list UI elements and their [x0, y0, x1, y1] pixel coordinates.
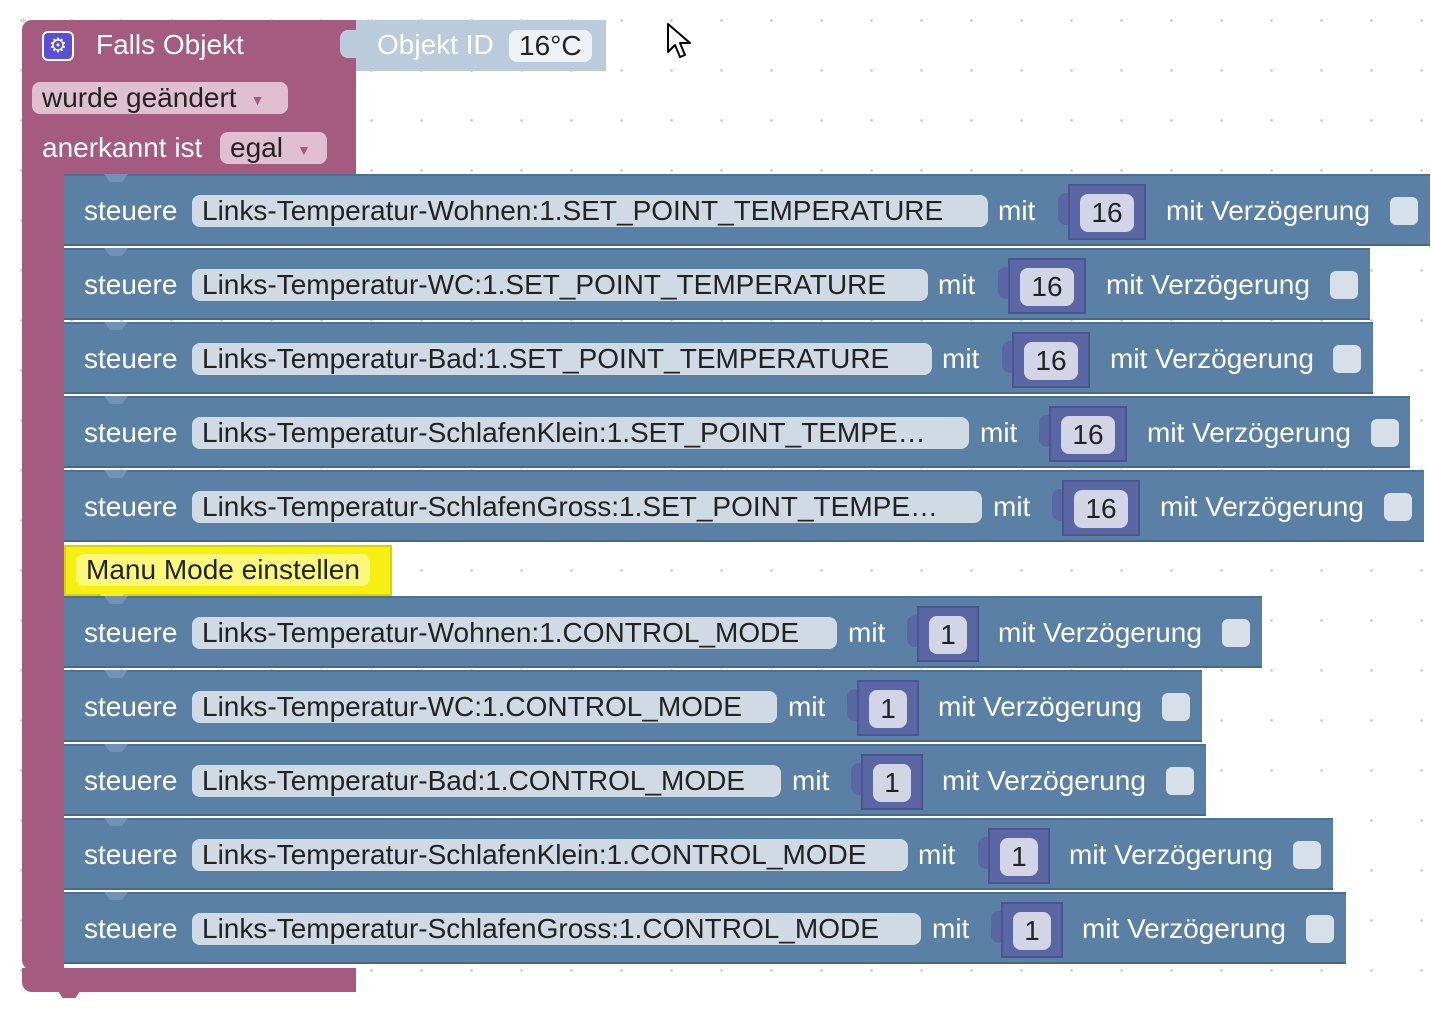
delay-label: mit Verzögerung: [1160, 491, 1364, 522]
delay-checkbox[interactable]: [1330, 271, 1358, 299]
control-mode-row[interactable]: steuere Links-Temperatur-WC:1.CONTROL_MO…: [64, 670, 1202, 742]
delay-checkbox[interactable]: [1306, 915, 1334, 943]
delay-label: mit Verzögerung: [1147, 417, 1351, 448]
mit-label: mit: [998, 195, 1036, 226]
mit-label: mit: [918, 839, 956, 870]
number-value[interactable]: 16: [1024, 342, 1078, 380]
number-value[interactable]: 16: [1080, 194, 1134, 232]
number-block[interactable]: 16: [1012, 332, 1090, 388]
mit-label: mit: [792, 765, 830, 796]
delay-checkbox[interactable]: [1390, 197, 1418, 225]
steuere-label: steuere: [84, 765, 178, 796]
steuere-label: steuere: [84, 617, 178, 648]
steuere-label: steuere: [84, 491, 178, 522]
chevron-down-icon: ▼: [250, 91, 265, 108]
delay-label: mit Verzögerung: [1082, 913, 1286, 944]
setpoint-row[interactable]: steuere Links-Temperatur-Wohnen:1.SET_PO…: [64, 174, 1430, 246]
mit-label: mit: [848, 617, 886, 648]
ack-dropdown[interactable]: egal ▼: [220, 132, 327, 164]
object-id-selector[interactable]: Links-Temperatur-Wohnen:1.SET_POINT_TEMP…: [192, 195, 988, 227]
setpoint-row[interactable]: steuere Links-Temperatur-WC:1.SET_POINT_…: [64, 248, 1370, 320]
number-value[interactable]: 16: [1074, 490, 1128, 528]
steuere-label: steuere: [84, 691, 178, 722]
control-mode-row[interactable]: steuere Links-Temperatur-SchlafenGross:1…: [64, 892, 1346, 964]
delay-checkbox[interactable]: [1293, 841, 1321, 869]
delay-checkbox[interactable]: [1222, 619, 1250, 647]
number-block[interactable]: 1: [857, 680, 919, 736]
delay-checkbox[interactable]: [1384, 493, 1412, 521]
setpoint-row[interactable]: steuere Links-Temperatur-SchlafenKlein:1…: [64, 396, 1410, 468]
gear-icon[interactable]: ⚙: [42, 31, 74, 61]
mouse-cursor-icon: [667, 23, 691, 58]
mit-label: mit: [932, 913, 970, 944]
number-value[interactable]: 16: [1020, 268, 1074, 306]
object-id-selector[interactable]: Links-Temperatur-Bad:1.SET_POINT_TEMPERA…: [192, 343, 932, 375]
number-block[interactable]: 1: [988, 828, 1050, 884]
object-id-selector[interactable]: Links-Temperatur-WC:1.CONTROL_MODE: [192, 691, 777, 723]
delay-checkbox[interactable]: [1162, 693, 1190, 721]
trigger-dropdown[interactable]: wurde geändert ▼: [32, 82, 288, 114]
setpoint-row[interactable]: steuere Links-Temperatur-SchlafenGross:1…: [64, 470, 1424, 542]
delay-label: mit Verzögerung: [1106, 269, 1310, 300]
number-value[interactable]: 1: [929, 616, 967, 654]
event-title: Falls Objekt: [96, 29, 244, 60]
number-value[interactable]: 1: [1013, 912, 1051, 950]
number-block[interactable]: 16: [1068, 184, 1146, 240]
ack-dropdown-value: egal: [230, 132, 283, 163]
number-block[interactable]: 16: [1008, 258, 1086, 314]
object-id-selector[interactable]: Links-Temperatur-SchlafenGross:1.SET_POI…: [192, 491, 982, 523]
mit-label: mit: [980, 417, 1018, 448]
delay-label: mit Verzögerung: [942, 765, 1146, 796]
steuere-label: steuere: [84, 839, 178, 870]
object-id-label: Objekt ID: [377, 29, 494, 60]
delay-label: mit Verzögerung: [1110, 343, 1314, 374]
chevron-down-icon: ▼: [296, 141, 311, 158]
number-value[interactable]: 16: [1061, 416, 1115, 454]
delay-checkbox[interactable]: [1371, 419, 1399, 447]
number-value[interactable]: 1: [1000, 838, 1038, 876]
delay-checkbox[interactable]: [1166, 767, 1194, 795]
trigger-dropdown-value: wurde geändert: [42, 82, 237, 113]
mit-label: mit: [993, 491, 1031, 522]
mit-label: mit: [942, 343, 980, 374]
ack-label: anerkannt ist: [42, 132, 203, 163]
mit-label: mit: [788, 691, 826, 722]
object-id-selector[interactable]: Links-Temperatur-SchlafenGross:1.CONTROL…: [192, 913, 921, 945]
delay-checkbox[interactable]: [1333, 345, 1361, 373]
number-value[interactable]: 1: [869, 690, 907, 728]
mit-label: mit: [938, 269, 976, 300]
control-mode-row[interactable]: steuere Links-Temperatur-SchlafenKlein:1…: [64, 818, 1333, 890]
object-id-selector[interactable]: Links-Temperatur-SchlafenKlein:1.CONTROL…: [192, 839, 908, 871]
steuere-label: steuere: [84, 913, 178, 944]
object-id-selector[interactable]: Links-Temperatur-WC:1.SET_POINT_TEMPERAT…: [192, 269, 928, 301]
delay-label: mit Verzögerung: [1069, 839, 1273, 870]
control-mode-row[interactable]: steuere Links-Temperatur-Bad:1.CONTROL_M…: [64, 744, 1206, 816]
delay-label: mit Verzögerung: [1166, 195, 1370, 226]
steuere-label: steuere: [84, 269, 178, 300]
number-value[interactable]: 1: [873, 764, 911, 802]
steuere-label: steuere: [84, 343, 178, 374]
object-id-value[interactable]: 16°C: [509, 30, 592, 62]
object-id-selector[interactable]: Links-Temperatur-Wohnen:1.CONTROL_MODE: [192, 617, 837, 649]
number-block[interactable]: 16: [1049, 406, 1127, 462]
comment-text[interactable]: Manu Mode einstellen: [76, 554, 370, 586]
number-block[interactable]: 16: [1062, 480, 1140, 536]
number-block[interactable]: 1: [917, 606, 979, 662]
steuere-label: steuere: [84, 417, 178, 448]
setpoint-row[interactable]: steuere Links-Temperatur-Bad:1.SET_POINT…: [64, 322, 1373, 394]
number-block[interactable]: 1: [1001, 902, 1063, 958]
number-block[interactable]: 1: [861, 754, 923, 810]
object-id-selector[interactable]: Links-Temperatur-Bad:1.CONTROL_MODE: [192, 765, 781, 797]
steuere-label: steuere: [84, 195, 178, 226]
control-mode-row[interactable]: steuere Links-Temperatur-Wohnen:1.CONTRO…: [64, 596, 1262, 668]
delay-label: mit Verzögerung: [938, 691, 1142, 722]
delay-label: mit Verzögerung: [998, 617, 1202, 648]
object-id-selector[interactable]: Links-Temperatur-SchlafenKlein:1.SET_POI…: [192, 417, 969, 449]
